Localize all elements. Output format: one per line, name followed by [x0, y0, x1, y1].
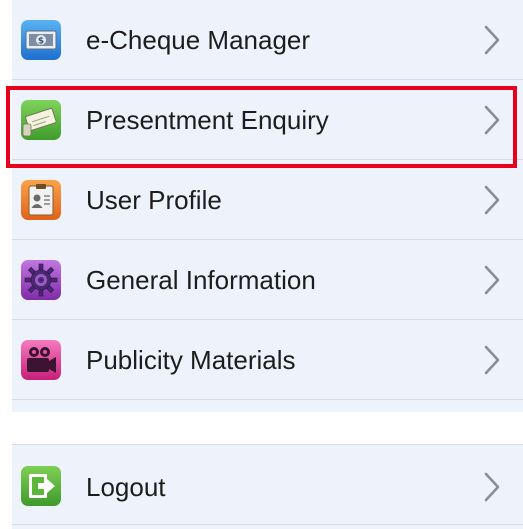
menu-item-publicity-materials[interactable]: Publicity Materials [12, 320, 523, 400]
menu-list: $ e-Cheque Manager Presentment Enquiry U… [12, 0, 523, 412]
menu-item-label: Publicity Materials [86, 345, 296, 375]
menu-item-presentment-enquiry[interactable]: Presentment Enquiry [12, 80, 523, 160]
menu-item-label: User Profile [86, 185, 222, 215]
chevron-right-icon [483, 104, 501, 136]
cheque-icon: $ [21, 20, 61, 60]
gear-icon [21, 260, 61, 300]
user-profile-icon [21, 180, 61, 220]
chevron-right-icon [483, 264, 501, 296]
chevron-right-icon [483, 24, 501, 56]
menu-item-user-profile[interactable]: User Profile [12, 160, 523, 240]
logout-button[interactable]: Logout [12, 445, 523, 525]
logout-icon [21, 466, 61, 506]
chevron-right-icon [483, 471, 501, 503]
menu-item-label: e-Cheque Manager [86, 25, 311, 55]
menu-screen: $ e-Cheque Manager Presentment Enquiry U… [0, 0, 523, 529]
menu-item-general-information[interactable]: General Information [12, 240, 523, 320]
menu-item-e-cheque-manager[interactable]: $ e-Cheque Manager [12, 0, 523, 80]
chevron-right-icon [483, 184, 501, 216]
presentment-icon [21, 100, 61, 140]
svg-text:$: $ [38, 37, 44, 47]
logout-label: Logout [86, 472, 166, 502]
chevron-right-icon [483, 344, 501, 376]
video-camera-icon [21, 340, 61, 380]
menu-item-label: General Information [86, 265, 316, 295]
menu-item-label: Presentment Enquiry [86, 105, 329, 135]
logout-group: Logout [12, 445, 523, 529]
